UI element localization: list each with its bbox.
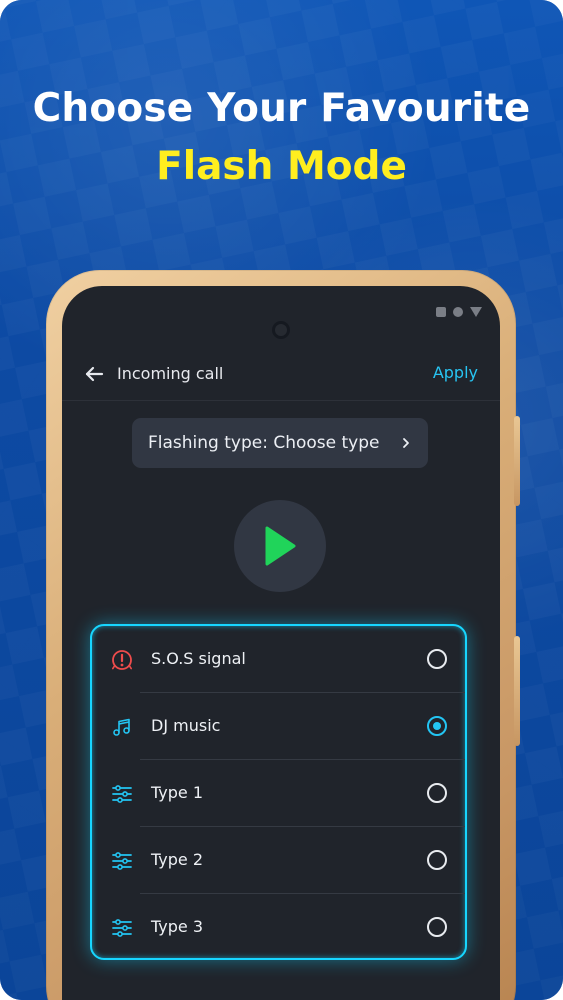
flashing-type-label: Flashing type: Choose type: [148, 433, 380, 453]
phone-frame: Incoming call Apply Flashing type: Choos…: [46, 270, 520, 1000]
warning-icon: [112, 650, 132, 670]
phone-screen: Incoming call Apply Flashing type: Choos…: [62, 286, 500, 1000]
status-circle-icon: [453, 307, 463, 317]
option-label: DJ music: [151, 716, 221, 735]
option-label: Type 1: [151, 783, 204, 802]
chevron-right-icon: [403, 438, 409, 448]
front-camera: [275, 324, 287, 336]
back-button[interactable]: [82, 362, 106, 386]
list-item[interactable]: S.O.S signal: [92, 626, 465, 693]
flashing-type-selector[interactable]: Flashing type: Choose type: [132, 418, 428, 468]
equalizer-icon: [112, 785, 132, 803]
status-bar-icons: [436, 307, 482, 317]
status-square-icon: [436, 307, 446, 317]
option-radio[interactable]: [427, 649, 447, 669]
status-triangle-icon: [470, 307, 482, 317]
promo-headline: Choose Your Favourite Flash Mode: [0, 80, 563, 196]
play-button[interactable]: [234, 500, 326, 592]
option-radio-selected[interactable]: [427, 716, 447, 736]
list-item[interactable]: Type 1: [92, 760, 465, 827]
list-item[interactable]: DJ music: [92, 693, 465, 760]
play-icon: [265, 526, 296, 566]
arrow-left-icon: [85, 366, 104, 382]
music-note-icon: [113, 718, 130, 736]
list-item[interactable]: Type 2: [92, 827, 465, 894]
headline-line-2: Flash Mode: [156, 144, 407, 189]
apply-button[interactable]: Apply: [433, 361, 478, 385]
option-label: Type 2: [151, 850, 204, 869]
option-label: Type 3: [151, 917, 204, 936]
screen-title: Incoming call: [117, 364, 224, 383]
phone-side-button-top: [514, 416, 520, 506]
option-label: S.O.S signal: [151, 649, 246, 668]
equalizer-icon: [112, 852, 132, 870]
headline-line-1: Choose Your Favourite: [32, 86, 531, 131]
equalizer-icon: [112, 919, 132, 937]
promo-canvas: Choose Your Favourite Flash Mode Incomin…: [0, 0, 563, 1000]
flash-mode-list: S.O.S signal DJ music Type 1 Type 2 Type…: [90, 624, 467, 960]
option-radio[interactable]: [427, 917, 447, 937]
option-radio[interactable]: [427, 783, 447, 803]
list-item[interactable]: Type 3: [92, 894, 465, 958]
option-radio[interactable]: [427, 850, 447, 870]
top-app-bar: Incoming call Apply: [62, 348, 500, 401]
phone-side-button-bottom: [514, 636, 520, 746]
